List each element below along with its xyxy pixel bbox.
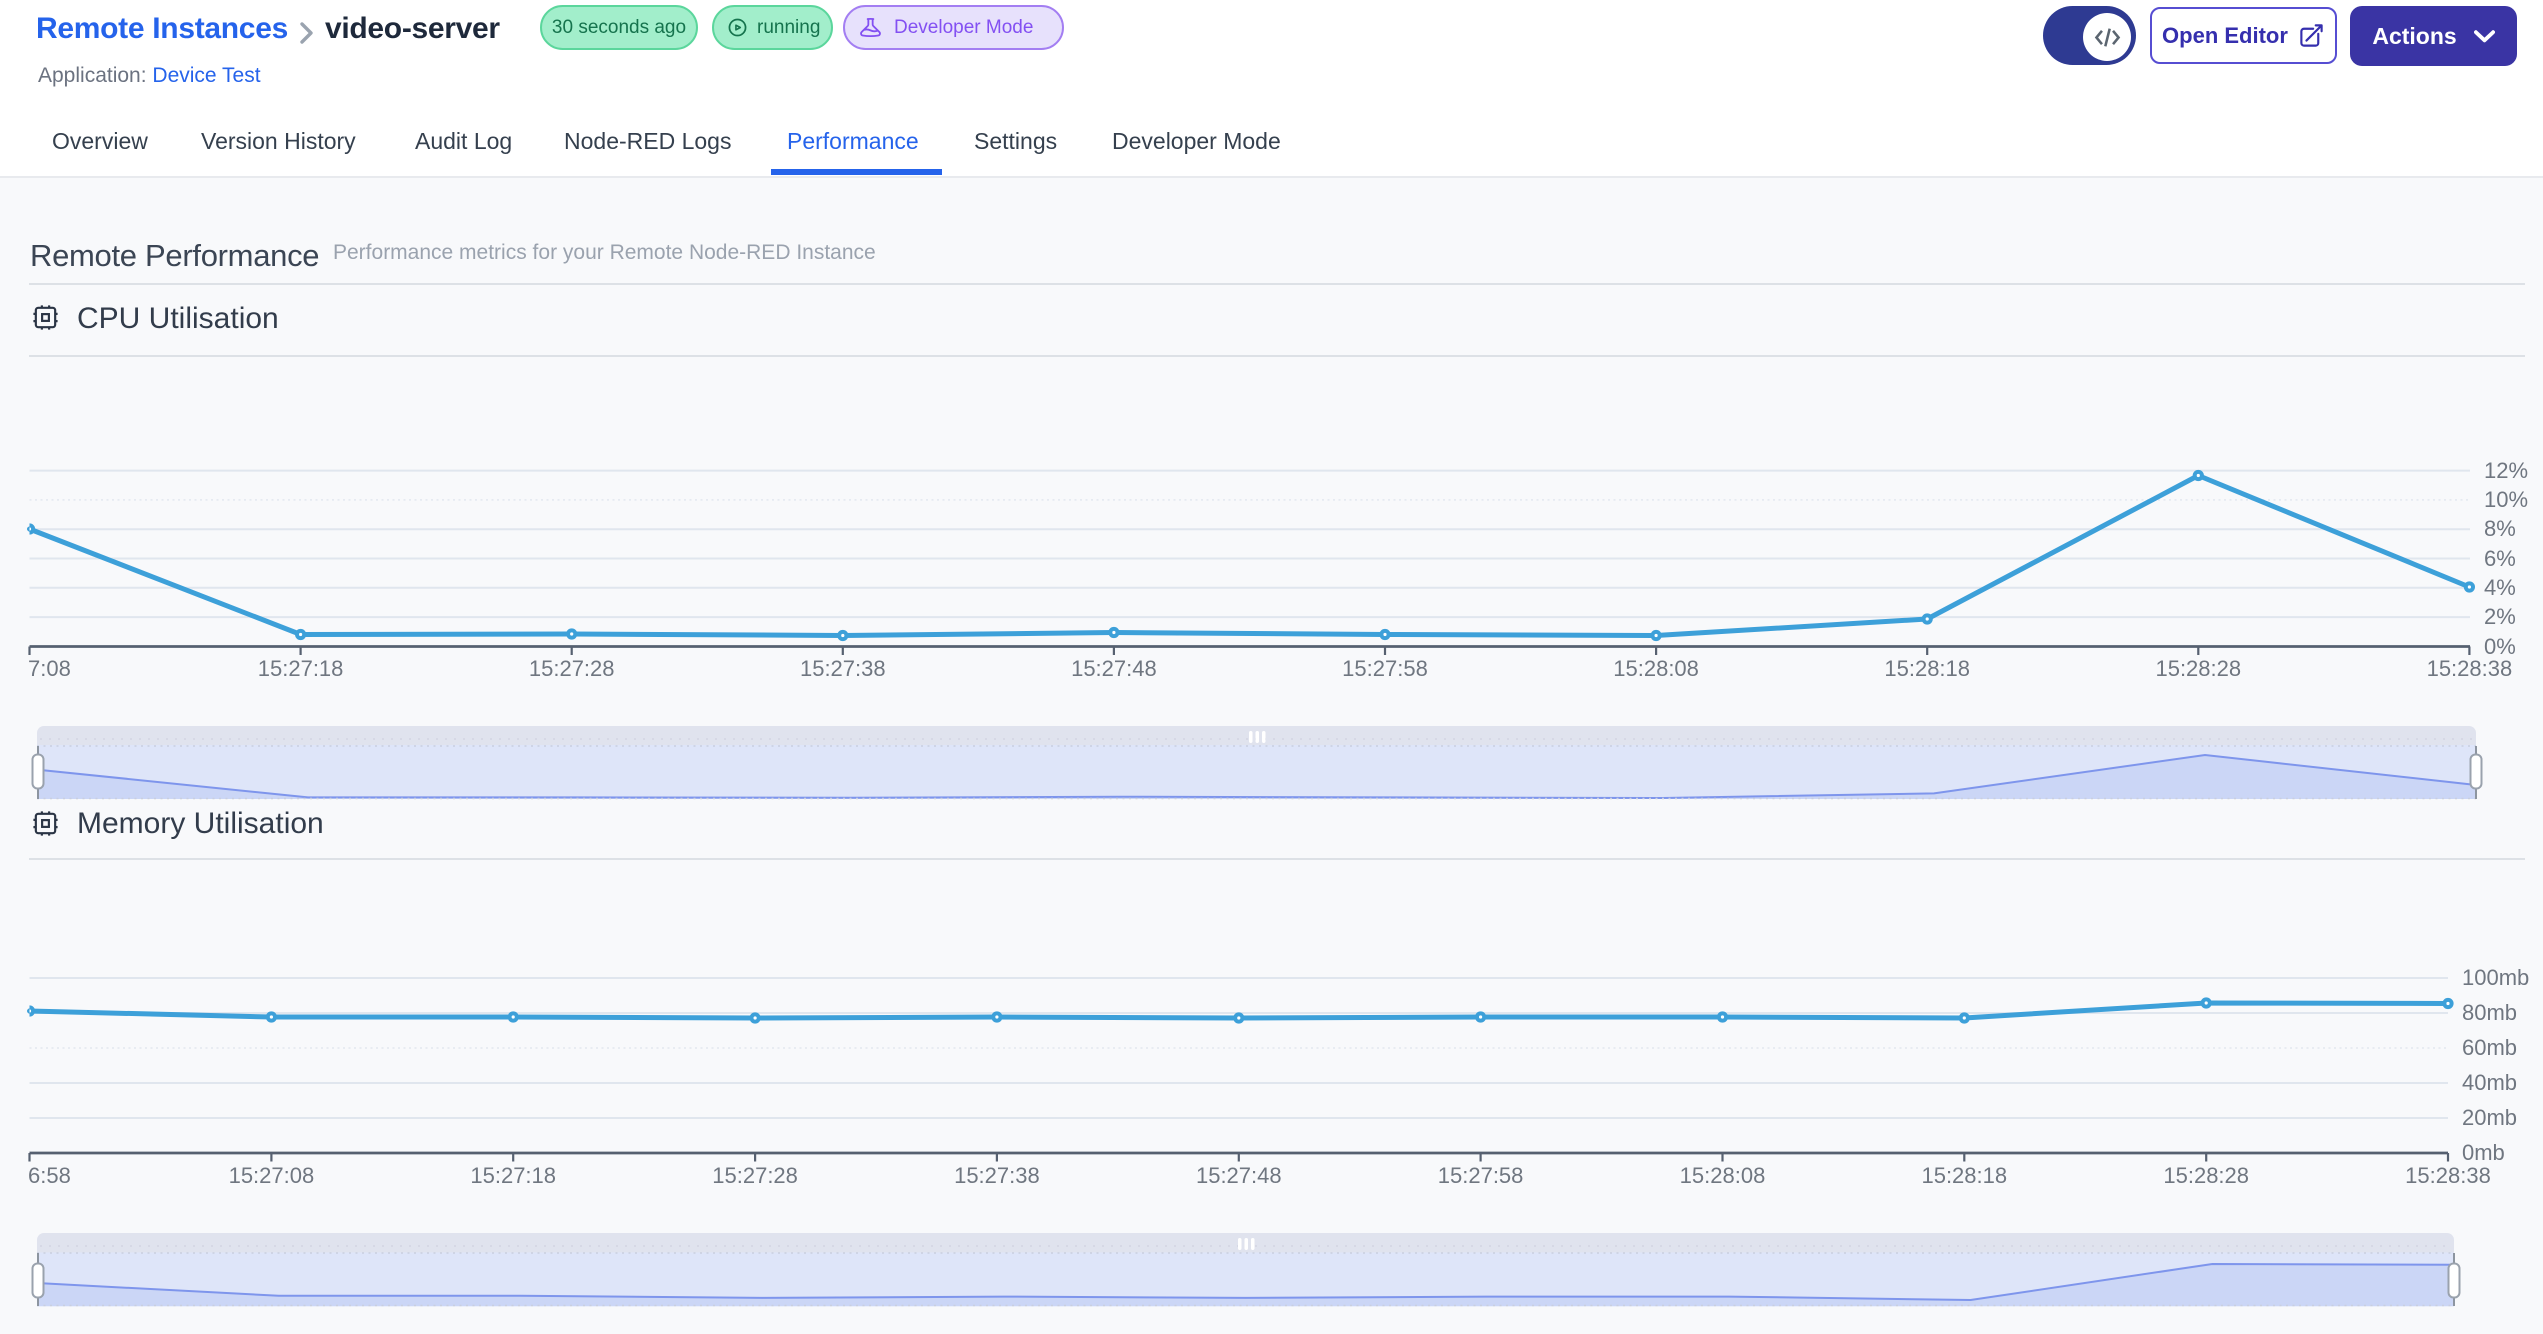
svg-text:6:58: 6:58	[28, 1163, 71, 1188]
svg-text:15:27:38: 15:27:38	[954, 1163, 1040, 1188]
svg-text:4%: 4%	[2484, 575, 2516, 600]
svg-text:15:27:28: 15:27:28	[712, 1163, 798, 1188]
svg-text:40mb: 40mb	[2462, 1070, 2517, 1095]
svg-text:15:28:38: 15:28:38	[2405, 1163, 2491, 1188]
svg-text:15:27:48: 15:27:48	[1071, 656, 1157, 681]
svg-text:15:27:18: 15:27:18	[258, 656, 344, 681]
svg-text:15:28:08: 15:28:08	[1613, 656, 1699, 681]
svg-text:15:27:08: 15:27:08	[229, 1163, 315, 1188]
svg-text:15:28:28: 15:28:28	[2163, 1163, 2249, 1188]
svg-text:80mb: 80mb	[2462, 1000, 2517, 1025]
svg-text:8%: 8%	[2484, 516, 2516, 541]
svg-text:15:27:38: 15:27:38	[800, 656, 886, 681]
svg-text:0mb: 0mb	[2462, 1140, 2505, 1165]
svg-text:15:28:38: 15:28:38	[2427, 656, 2513, 681]
svg-text:15:27:28: 15:27:28	[529, 656, 615, 681]
svg-text:15:28:08: 15:28:08	[1680, 1163, 1766, 1188]
svg-text:15:27:58: 15:27:58	[1438, 1163, 1524, 1188]
svg-text:15:28:18: 15:28:18	[1921, 1163, 2007, 1188]
svg-text:7:08: 7:08	[28, 656, 71, 681]
svg-text:15:28:18: 15:28:18	[1884, 656, 1970, 681]
svg-text:10%: 10%	[2484, 487, 2528, 512]
svg-text:15:27:58: 15:27:58	[1342, 656, 1428, 681]
svg-text:15:27:48: 15:27:48	[1196, 1163, 1282, 1188]
svg-text:2%: 2%	[2484, 604, 2516, 629]
svg-text:12%: 12%	[2484, 458, 2528, 483]
svg-text:20mb: 20mb	[2462, 1105, 2517, 1130]
svg-text:15:28:28: 15:28:28	[2155, 656, 2241, 681]
svg-text:100mb: 100mb	[2462, 965, 2529, 990]
svg-text:15:27:18: 15:27:18	[470, 1163, 556, 1188]
svg-text:6%: 6%	[2484, 546, 2516, 571]
svg-text:60mb: 60mb	[2462, 1035, 2517, 1060]
